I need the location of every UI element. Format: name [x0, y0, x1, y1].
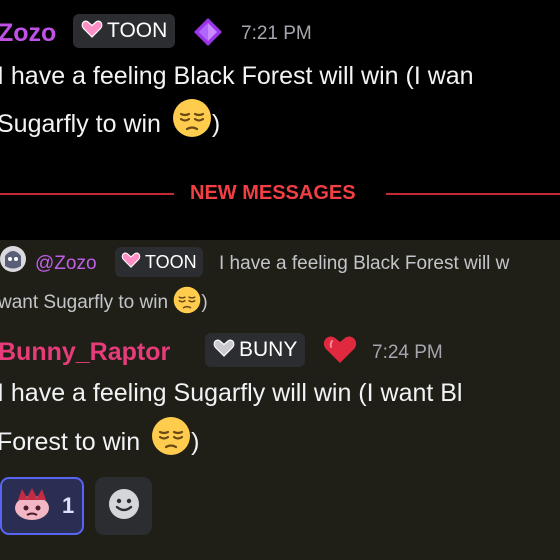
reaction-count: 1 [62, 493, 75, 518]
red-heart-icon[interactable] [322, 335, 358, 365]
message-line-2: Forest to win ) [0, 416, 199, 471]
reply-line-2-text: want Sugarfly to win [0, 292, 169, 314]
new-messages-label: NEW MESSAGES [190, 182, 356, 204]
pink-heart-icon [121, 252, 141, 273]
message-line-1: I have a feeling Black Forest will win (… [0, 62, 474, 90]
reply-avatar-icon[interactable] [0, 246, 26, 272]
message-zozo: Zozo TOON 7:21 PM I have a feeling Black… [0, 0, 560, 160]
timestamp: 7:21 PM [241, 23, 312, 44]
custom-emoji-reaction-icon [12, 486, 52, 527]
username-bunny-raptor[interactable]: Bunny_Raptor [0, 337, 170, 367]
username-zozo[interactable]: Zozo [0, 18, 56, 48]
role-tag-toon[interactable]: TOON [73, 14, 176, 48]
pensive-face-icon [173, 286, 201, 320]
reply-role-tag-toon[interactable]: TOON [115, 247, 203, 277]
pensive-face-icon [172, 98, 212, 153]
reply-mention[interactable]: @Zozo [35, 253, 97, 275]
add-reaction-smiley-icon [108, 488, 140, 525]
new-messages-divider-left [0, 193, 174, 195]
reaction-button[interactable]: 1 [0, 477, 84, 535]
message-line-2: Sugarfly to win ) [0, 98, 220, 153]
message-line-2-text: Forest to win [0, 428, 141, 457]
reply-line-2[interactable]: want Sugarfly to win ) [0, 286, 208, 320]
message-line-2-text: Sugarfly to win [0, 110, 161, 139]
pink-heart-icon [81, 20, 103, 43]
add-reaction-button[interactable] [95, 477, 152, 535]
reply-line-1[interactable]: I have a feeling Black Forest will w [219, 253, 509, 275]
message-line-1: I have a feeling Sugarfly will win (I wa… [0, 379, 463, 407]
new-messages-divider-right [386, 193, 560, 195]
tag-label: BUNY [239, 338, 298, 361]
tag-label: TOON [107, 19, 168, 42]
message-bunny-raptor: @Zozo TOON I have a feeling Black Forest… [0, 240, 560, 560]
role-tag-buny[interactable]: BUNY [205, 333, 306, 367]
grey-heart-icon [213, 339, 235, 362]
tag-label: TOON [145, 251, 197, 272]
timestamp: 7:24 PM [372, 342, 443, 363]
pensive-face-icon [151, 416, 191, 471]
purple-gem-icon[interactable] [193, 17, 223, 47]
